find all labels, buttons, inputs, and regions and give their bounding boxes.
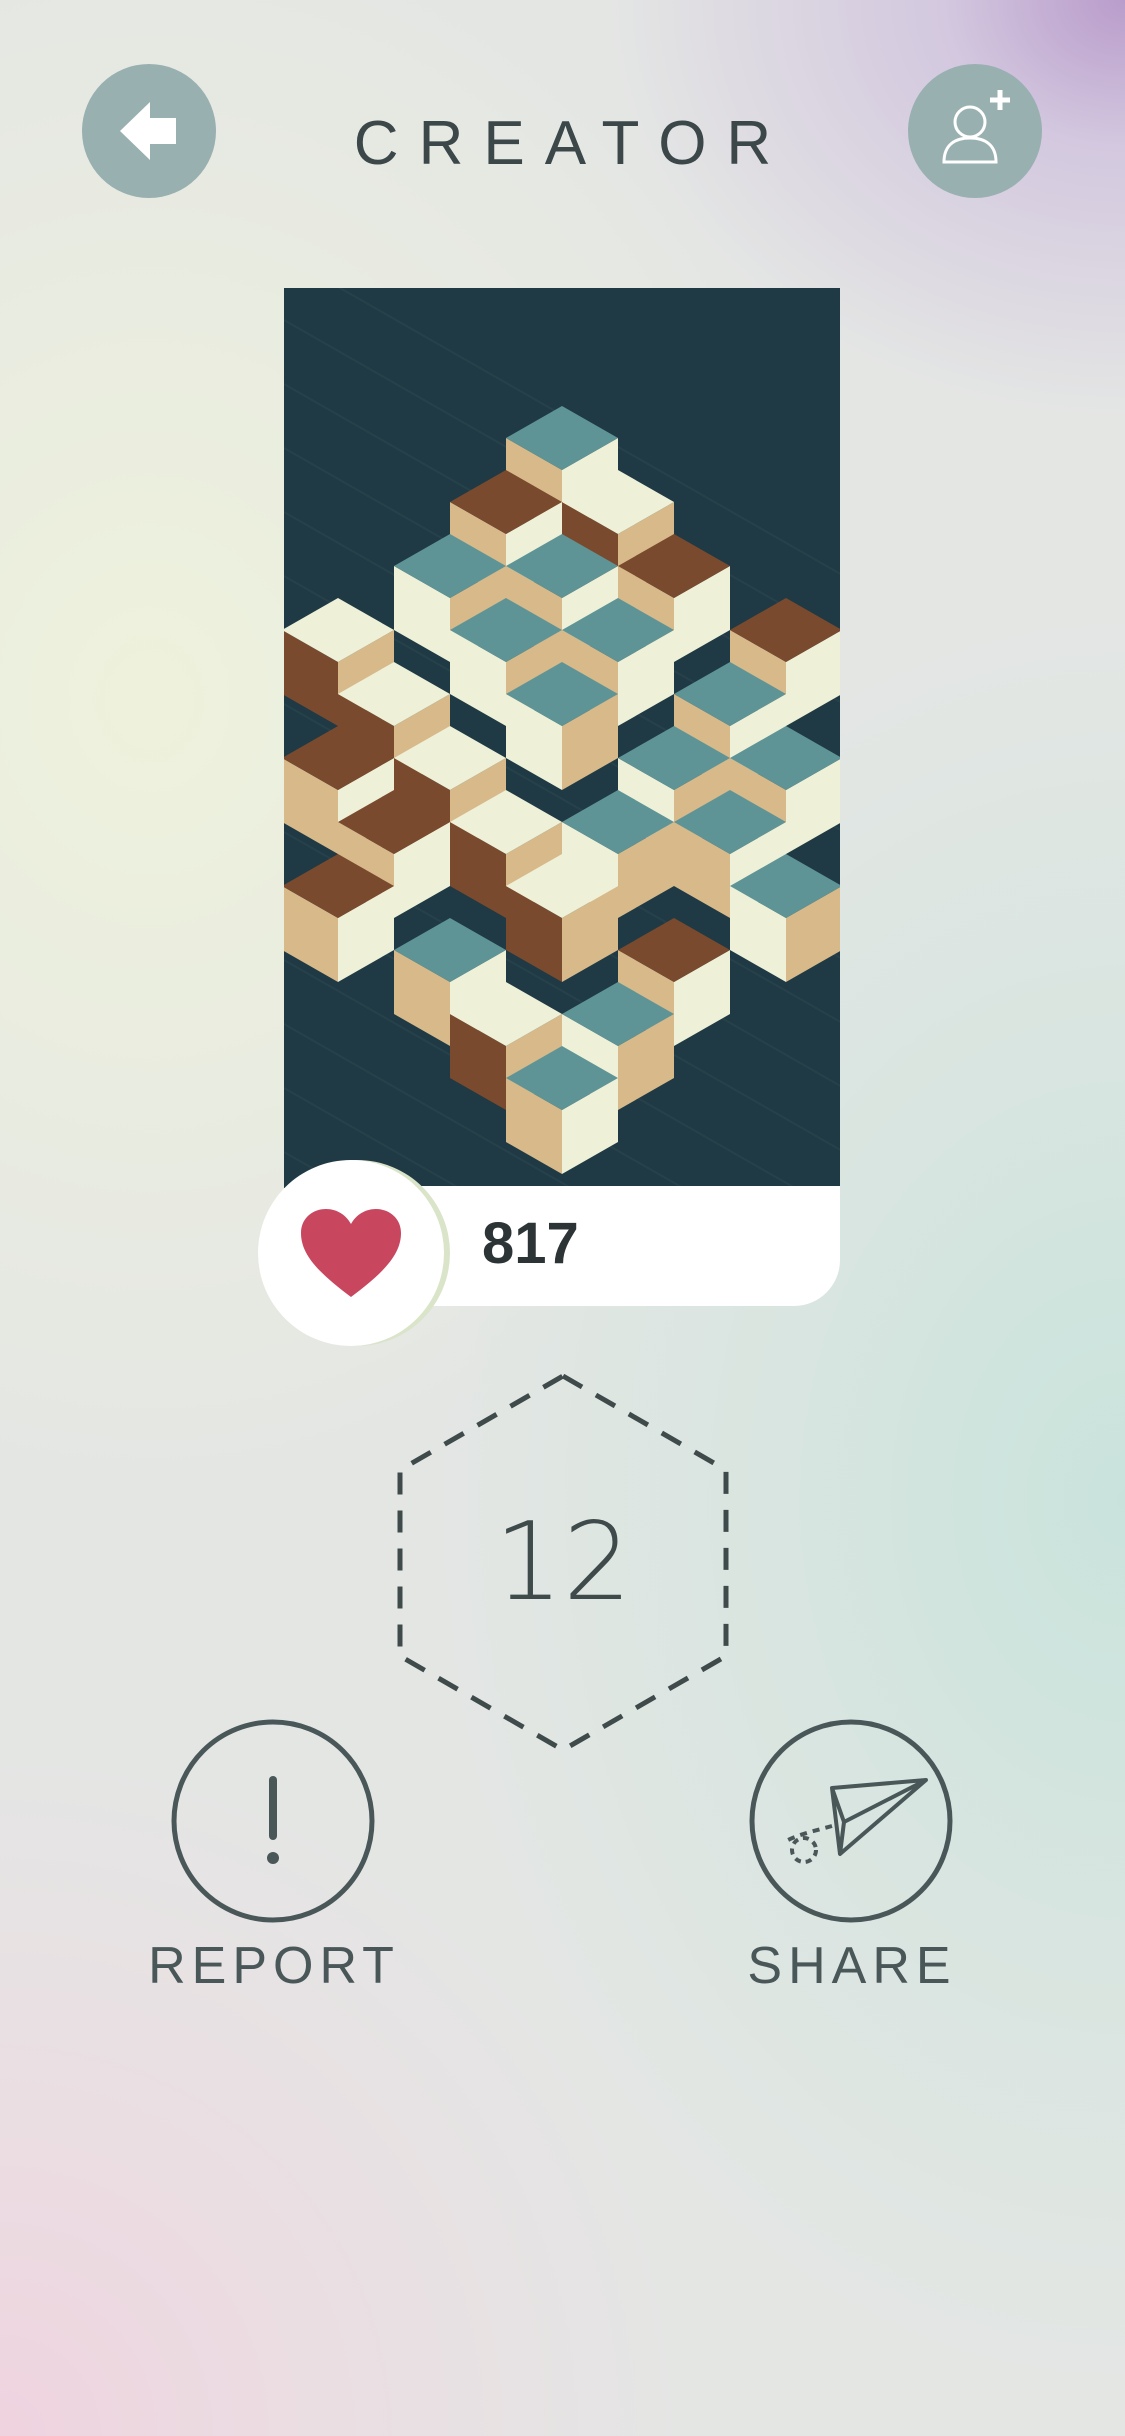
- like-button[interactable]: [258, 1160, 444, 1346]
- add-user-icon: [942, 90, 1010, 164]
- share-button[interactable]: [748, 1718, 954, 1924]
- share-label: SHARE: [747, 1937, 957, 1995]
- puzzle-artwork-image: [284, 288, 840, 1188]
- puzzle-artwork[interactable]: [284, 288, 840, 1188]
- paper-plane-icon: [749, 1719, 953, 1923]
- report-button[interactable]: [170, 1718, 376, 1924]
- add-friend-button[interactable]: [908, 64, 1042, 198]
- report-label: REPORT: [148, 1937, 400, 1995]
- exclamation-icon: [171, 1719, 375, 1923]
- level-number: 12: [494, 1500, 632, 1625]
- like-count: 817: [482, 1211, 579, 1276]
- heart-icon: [301, 1209, 401, 1297]
